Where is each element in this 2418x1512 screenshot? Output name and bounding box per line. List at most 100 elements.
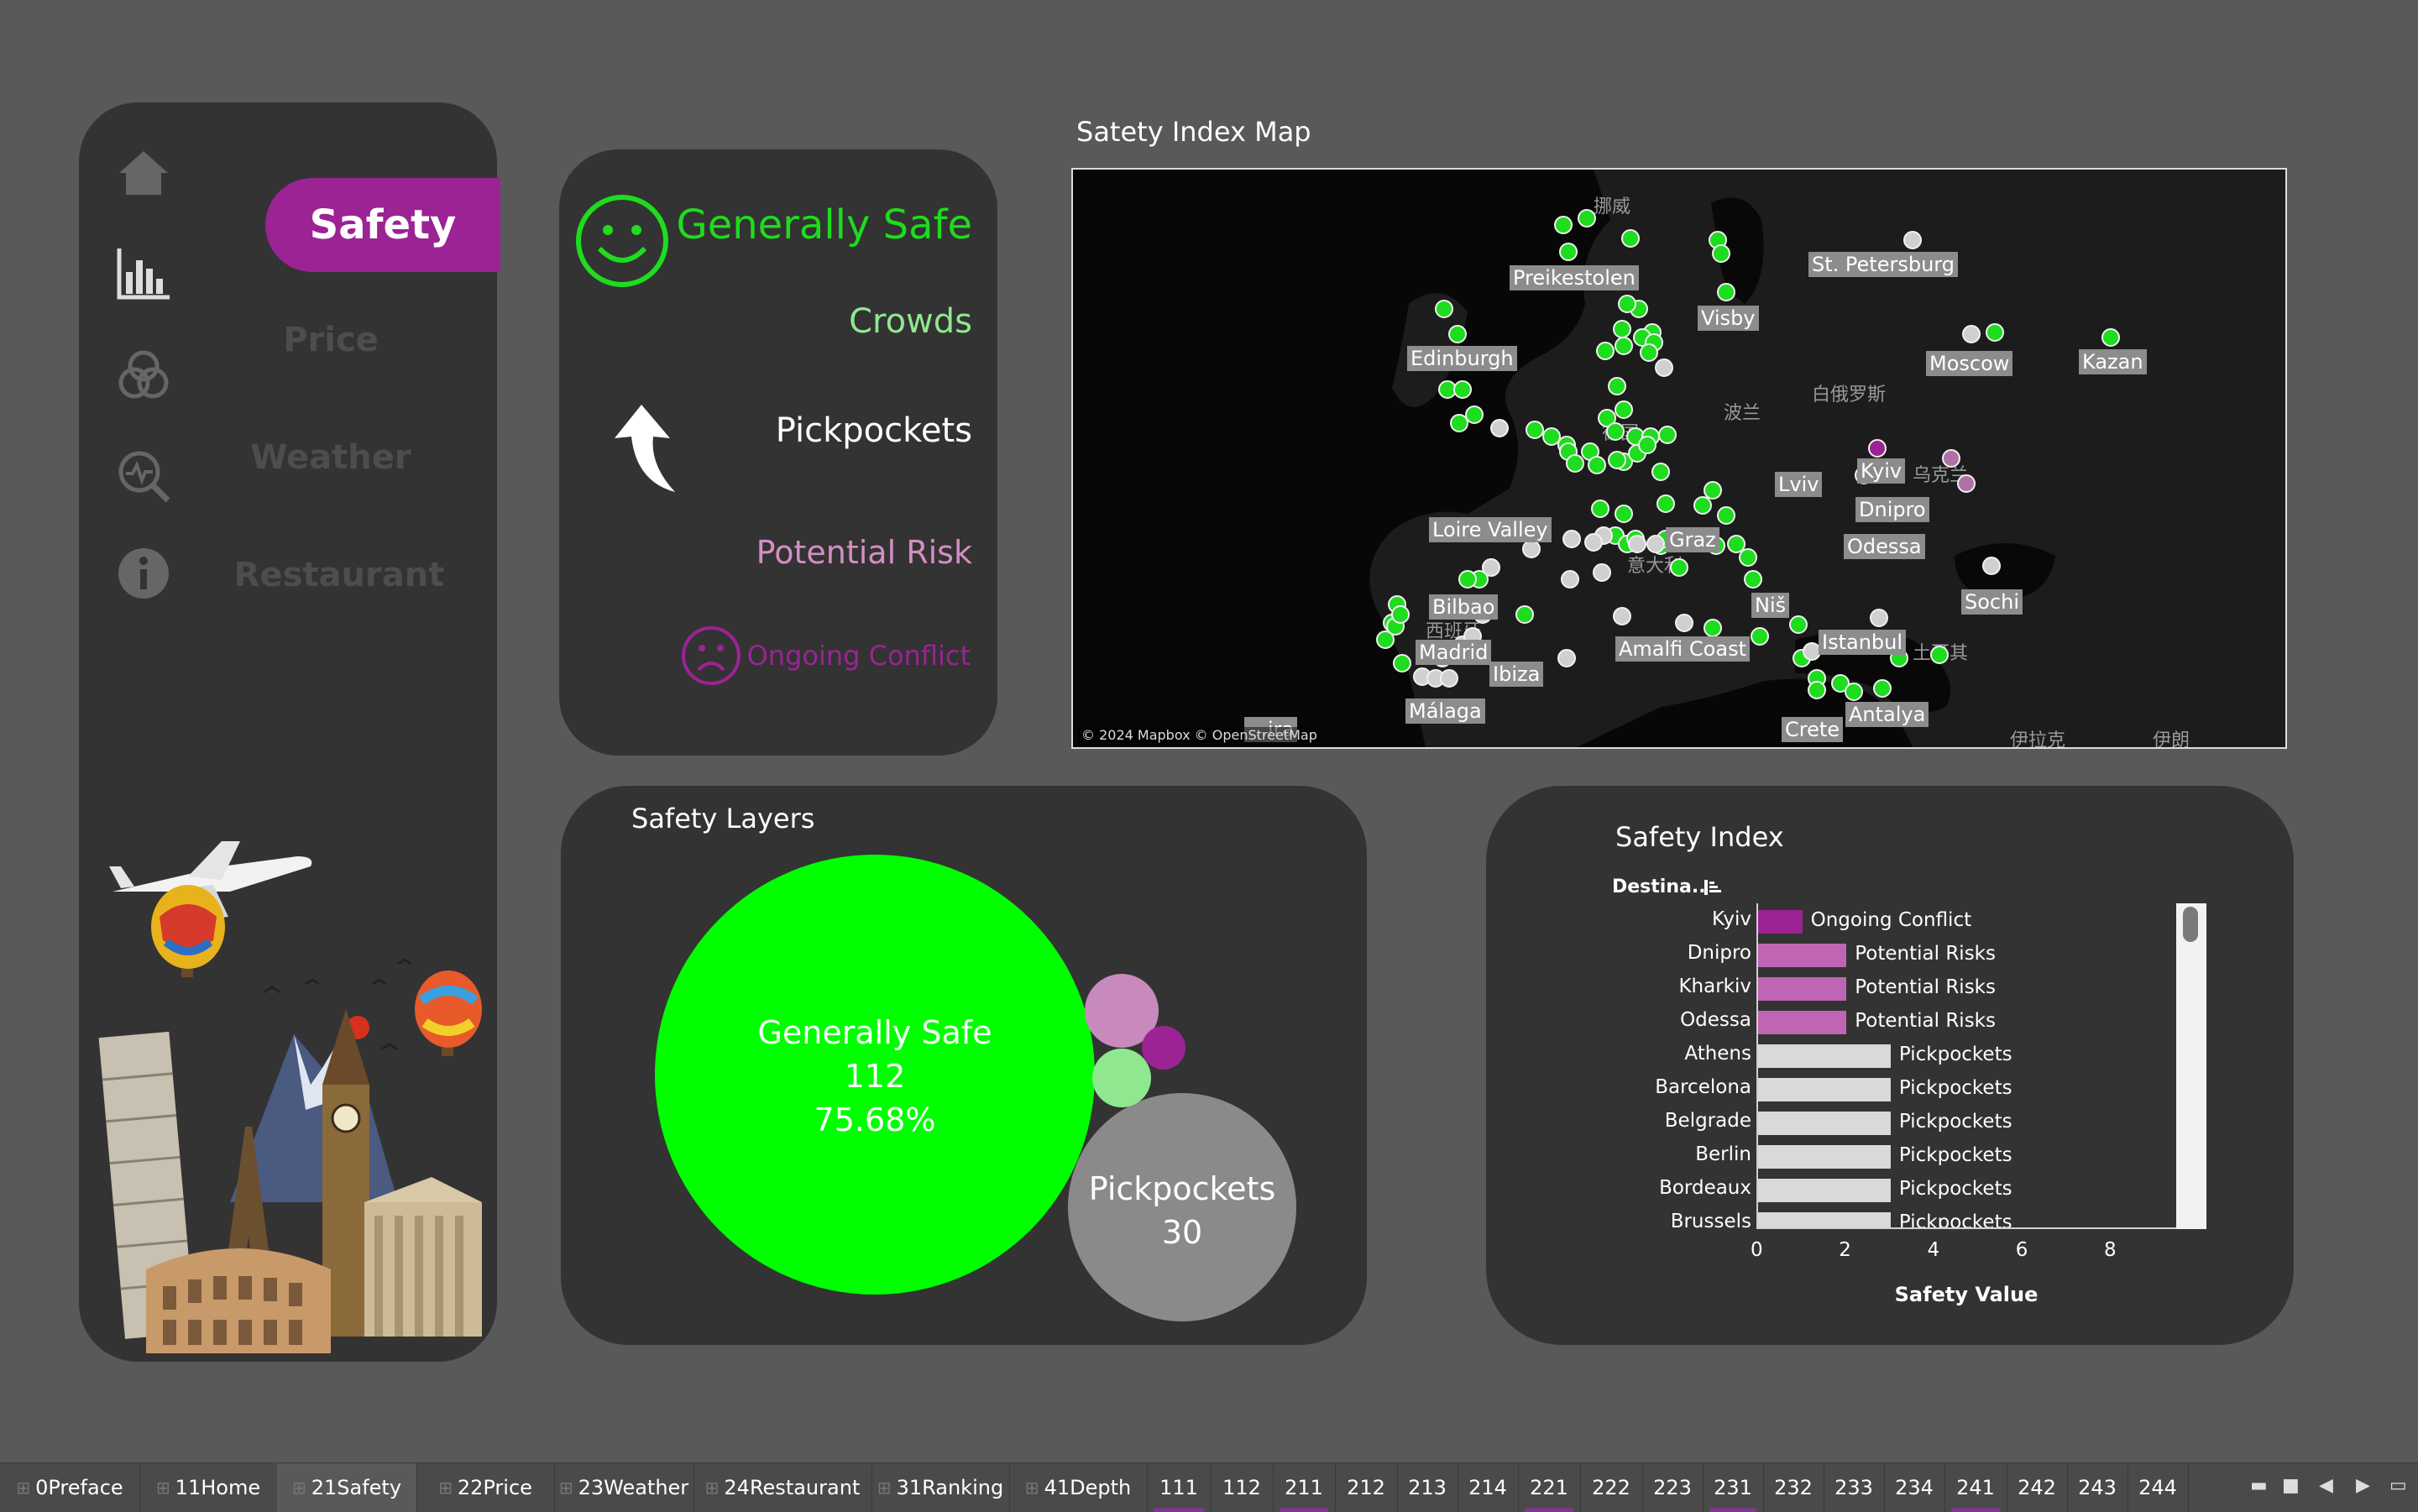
city-label[interactable]: Edinburgh	[1407, 346, 1517, 371]
row-label[interactable]: Kyiv	[1712, 908, 1751, 930]
prev-icon[interactable]: ◀	[2319, 1475, 2333, 1496]
city-label[interactable]: Amalfi Coast	[1615, 636, 1750, 662]
row-label[interactable]: Belgrade	[1665, 1110, 1751, 1132]
city-label[interactable]: Moscow	[1926, 351, 2013, 376]
sheet-tab[interactable]: 112	[1211, 1463, 1274, 1512]
sheet-tab[interactable]: 241	[1944, 1463, 2007, 1512]
birds-icon	[263, 958, 412, 1051]
nav-safety-button[interactable]: Safety	[265, 178, 500, 272]
city-label[interactable]: Preikestolen	[1510, 265, 1639, 290]
sheet-tab[interactable]: 232	[1763, 1463, 1824, 1512]
presentation-icon[interactable]: ▭	[2389, 1475, 2407, 1496]
bar[interactable]	[1758, 1112, 1891, 1135]
city-label[interactable]: Antalya	[1845, 702, 1929, 727]
bar-chart-icon[interactable]	[114, 243, 173, 302]
sheet-tab[interactable]: ⊞ 31Ranking	[871, 1463, 1010, 1512]
city-label[interactable]: Istanbul	[1819, 630, 1907, 655]
row-label[interactable]: Dnipro	[1688, 942, 1751, 964]
scrollbar-track[interactable]	[2176, 903, 2206, 1229]
sheet-tab[interactable]: 231	[1703, 1463, 1764, 1512]
bar-area[interactable]: Ongoing Conflict Potential Risks Potential…	[1756, 903, 2176, 1227]
city-label[interactable]: Bilbao	[1429, 594, 1499, 620]
sheet-tab[interactable]: 221	[1518, 1463, 1581, 1512]
sheet-tab[interactable]: ⊞ 24Restaurant	[693, 1463, 872, 1512]
city-label[interactable]: Odessa	[1844, 534, 1925, 559]
sheet-tab[interactable]: 211	[1273, 1463, 1336, 1512]
bar[interactable]	[1758, 1212, 1891, 1227]
bar[interactable]	[1758, 1078, 1891, 1101]
city-label[interactable]: Visby	[1698, 306, 1759, 331]
sheet-tab[interactable]: 234	[1884, 1463, 1945, 1512]
home-icon[interactable]	[114, 143, 173, 201]
bar[interactable]	[1758, 1044, 1891, 1068]
sheet-tab[interactable]: 212	[1335, 1463, 1398, 1512]
city-label[interactable]: Málaga	[1405, 698, 1485, 724]
row-label[interactable]: Odessa	[1680, 1009, 1751, 1031]
city-label[interactable]: Sochi	[1961, 589, 2023, 615]
sheet-tab[interactable]: ⊞ 21Safety	[277, 1463, 417, 1512]
sheet-tab-marker	[1280, 1508, 1328, 1512]
sheet-tab[interactable]: ⊞ 41Depth	[1009, 1463, 1148, 1512]
map-marker	[1596, 342, 1615, 360]
row-label[interactable]: Bordeaux	[1659, 1177, 1751, 1199]
info-icon[interactable]	[114, 544, 173, 603]
bar[interactable]	[1758, 1145, 1891, 1169]
legend-ongoing-conflict[interactable]: Ongoing Conflict	[747, 640, 971, 672]
sheet-tab-label: 31Ranking	[896, 1476, 1004, 1499]
row-label[interactable]: Brussels	[1671, 1211, 1751, 1232]
sheet-tab[interactable]: 243	[2067, 1463, 2128, 1512]
map-attribution[interactable]: © 2024 Mapbox © OpenStreetMap	[1078, 727, 1321, 743]
bar[interactable]	[1758, 944, 1847, 967]
legend-pickpockets[interactable]: Pickpockets	[776, 411, 972, 450]
sheet-tab[interactable]: 223	[1642, 1463, 1704, 1512]
bar[interactable]	[1758, 1179, 1891, 1202]
filmstrip-icon[interactable]: ▬	[2250, 1475, 2268, 1496]
city-label[interactable]: Ibiza	[1489, 662, 1544, 687]
sheet-tab[interactable]: ⊞ 0Preface	[0, 1463, 140, 1512]
row-label[interactable]: Athens	[1684, 1043, 1751, 1065]
sheet-tab[interactable]: 244	[2128, 1463, 2189, 1512]
sheet-tab[interactable]: 111	[1147, 1463, 1212, 1512]
grid-view-icon[interactable]: ■	[2282, 1475, 2300, 1496]
next-icon[interactable]: ▶	[2356, 1475, 2370, 1496]
city-label[interactable]: Crete	[1782, 717, 1844, 742]
row-label[interactable]: Berlin	[1695, 1143, 1751, 1165]
city-label[interactable]: St. Petersburg	[1808, 252, 1958, 277]
scrollbar-thumb[interactable]	[2183, 907, 2198, 942]
sheet-tab-label: 231	[1714, 1476, 1752, 1499]
sheet-tab[interactable]: 213	[1397, 1463, 1458, 1512]
row-label[interactable]: Kharkiv	[1678, 976, 1751, 997]
safety-map[interactable]: 挪威 白俄罗斯 波兰 德国 西班牙 土耳其 伊拉克 伊朗 乌克兰 意大利 St.…	[1071, 168, 2287, 749]
nav-price-button[interactable]: Price	[205, 321, 457, 359]
row-label[interactable]: Barcelona	[1655, 1076, 1751, 1098]
legend-generally-safe[interactable]: Generally Safe	[677, 201, 972, 249]
city-label[interactable]: Niš	[1751, 593, 1790, 618]
sheet-tab[interactable]: ⊞ 22Price	[416, 1463, 555, 1512]
sort-icon[interactable]	[1703, 878, 1725, 897]
city-label[interactable]: Kyiv	[1857, 458, 1906, 484]
sheet-grid-icon: ⊞	[16, 1478, 31, 1498]
city-label[interactable]: Loire Valley	[1429, 517, 1552, 542]
legend-potential-risk[interactable]: Potential Risk	[756, 534, 972, 571]
bar[interactable]	[1758, 910, 1803, 934]
column-header[interactable]: Destina..	[1612, 876, 1706, 897]
index-title: Safety Index	[1615, 821, 1784, 853]
search-pulse-icon[interactable]	[114, 447, 173, 505]
sheet-tab[interactable]: 233	[1824, 1463, 1885, 1512]
sheet-tab[interactable]: ⊞ 23Weather	[554, 1463, 694, 1512]
legend-crowds[interactable]: Crowds	[849, 302, 972, 341]
sheet-tab[interactable]: 214	[1458, 1463, 1519, 1512]
city-label[interactable]: Graz	[1666, 527, 1719, 552]
bar[interactable]	[1758, 977, 1847, 1001]
venn-icon[interactable]	[114, 346, 173, 405]
city-label[interactable]: Kazan	[2079, 349, 2147, 374]
city-label[interactable]: Madrid	[1416, 640, 1492, 665]
sheet-tab[interactable]: ⊞ 11Home	[139, 1463, 278, 1512]
city-label[interactable]: Dnipro	[1855, 497, 1929, 522]
sheet-tab[interactable]: 222	[1580, 1463, 1643, 1512]
sheet-tab[interactable]: 242	[2007, 1463, 2068, 1512]
bar[interactable]	[1758, 1011, 1847, 1034]
nav-weather-button[interactable]: Weather	[205, 438, 457, 477]
city-label[interactable]: Lviv	[1775, 472, 1823, 497]
nav-restaurant-button[interactable]: Restaurant	[213, 556, 465, 594]
